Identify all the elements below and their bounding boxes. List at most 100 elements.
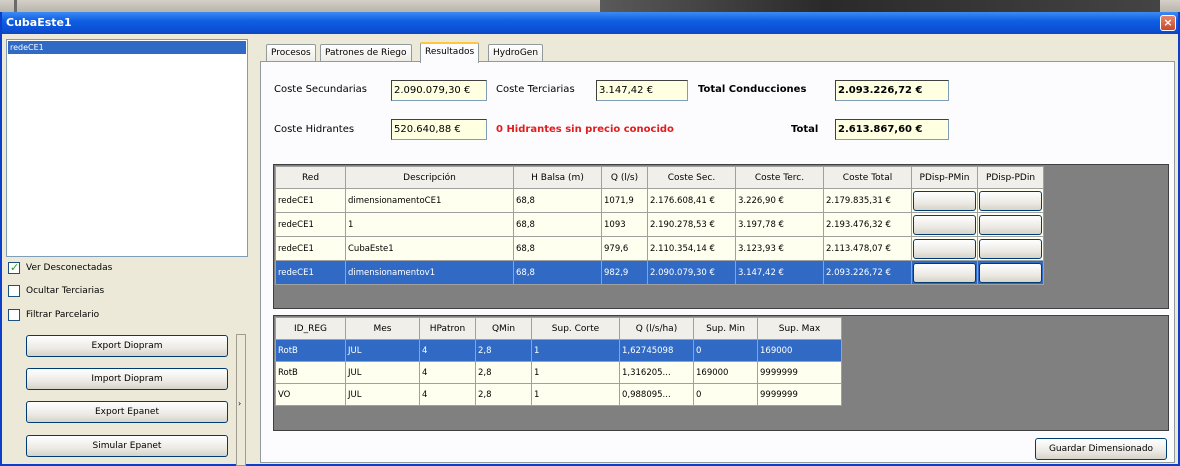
column-header-coste-sec[interactable]: Coste Sec. xyxy=(647,166,736,189)
cell-coste-total[interactable]: 2.179.835,31 € xyxy=(823,188,912,213)
cell-red[interactable]: redeCE1 xyxy=(275,212,346,237)
tab-patrones-de-riego[interactable]: Patrones de Riego xyxy=(320,44,412,62)
table-row[interactable]: redeCE1 CubaEste1 68,8 979,6 2.110.354,1… xyxy=(275,236,1044,261)
column-header-hpatron[interactable]: HPatron xyxy=(419,317,476,340)
column-header-sup-min[interactable]: Sup. Min xyxy=(693,317,758,340)
table-row[interactable]: redeCE1 1 68,8 1093 2.190.278,53 € 3.197… xyxy=(275,212,1044,237)
cell-coste-terc[interactable]: 3.226,90 € xyxy=(735,188,824,213)
cell-id-reg[interactable]: RotB xyxy=(275,339,346,362)
cell-descripcion[interactable]: dimensionamentov1 xyxy=(345,260,514,285)
cell-coste-total[interactable]: 2.093.226,72 € xyxy=(823,260,912,285)
cell-coste-terc[interactable]: 3.197,78 € xyxy=(735,212,824,237)
title-bar[interactable]: CubaEste1 × xyxy=(2,12,1178,34)
pdisp-pdin-button[interactable] xyxy=(979,262,1042,283)
pdisp-pdin-button[interactable] xyxy=(979,214,1042,235)
cell-coste-total[interactable]: 2.193.476,32 € xyxy=(823,212,912,237)
tab-procesos[interactable]: Procesos xyxy=(266,44,316,62)
column-header-coste-total[interactable]: Coste Total xyxy=(823,166,912,189)
column-header-mes[interactable]: Mes xyxy=(345,317,420,340)
cell-sup-max[interactable]: 9999999 xyxy=(757,361,842,384)
results-grid[interactable]: Red Descripción H Balsa (m) Q (l/s) Cost… xyxy=(273,164,1169,309)
network-list-item[interactable]: redeCE1 xyxy=(8,41,246,54)
checkbox-filtrar-parcelario[interactable]: Filtrar Parcelario xyxy=(8,308,99,322)
cell-descripcion[interactable]: dimensionamentoCE1 xyxy=(345,188,514,213)
cell-q-ha[interactable]: 0,988095... xyxy=(619,383,694,406)
cell-red[interactable]: redeCE1 xyxy=(275,260,346,285)
import-diopram-button[interactable]: Import Diopram xyxy=(26,368,228,390)
cell-sup-corte[interactable]: 1 xyxy=(531,383,620,406)
cell-coste-sec[interactable]: 2.190.278,53 € xyxy=(647,212,736,237)
column-header-coste-terc[interactable]: Coste Terc. xyxy=(735,166,824,189)
cell-sup-corte[interactable]: 1 xyxy=(531,361,620,384)
close-icon[interactable]: × xyxy=(1160,15,1176,31)
column-header-sup-corte[interactable]: Sup. Corte xyxy=(531,317,620,340)
panel-splitter[interactable]: › xyxy=(236,334,246,466)
column-header-q[interactable]: Q (l/s) xyxy=(601,166,648,189)
tab-resultados[interactable]: Resultados xyxy=(420,42,480,63)
cell-coste-sec[interactable]: 2.090.079,30 € xyxy=(647,260,736,285)
cell-id-reg[interactable]: RotB xyxy=(275,361,346,384)
pdisp-pmin-button[interactable] xyxy=(913,238,976,259)
cell-q[interactable]: 1071,9 xyxy=(601,188,648,213)
cell-qmin[interactable]: 2,8 xyxy=(475,361,532,384)
cell-descripcion[interactable]: CubaEste1 xyxy=(345,236,514,261)
cell-id-reg[interactable]: VO xyxy=(275,383,346,406)
pdisp-pmin-button[interactable] xyxy=(913,190,976,211)
table-row[interactable]: VO JUL 4 2,8 1 0,988095... 0 9999999 xyxy=(275,383,842,406)
cell-hpatron[interactable]: 4 xyxy=(419,339,476,362)
simular-epanet-button[interactable]: Simular Epanet xyxy=(26,435,228,457)
cell-qmin[interactable]: 2,8 xyxy=(475,339,532,362)
cell-coste-total[interactable]: 2.113.478,07 € xyxy=(823,236,912,261)
cell-h-balsa[interactable]: 68,8 xyxy=(513,212,602,237)
checkbox-unchecked-icon[interactable] xyxy=(8,284,20,297)
table-row[interactable]: RotB JUL 4 2,8 1 1,316205... 169000 9999… xyxy=(275,361,842,384)
export-diopram-button[interactable]: Export Diopram xyxy=(26,335,228,357)
checkbox-ocultar-terciarias[interactable]: Ocultar Terciarias xyxy=(8,284,104,298)
cell-q[interactable]: 1093 xyxy=(601,212,648,237)
checkbox-ver-desconectadas[interactable]: Ver Desconectadas xyxy=(8,261,112,275)
cell-coste-sec[interactable]: 2.110.354,14 € xyxy=(647,236,736,261)
cell-coste-terc[interactable]: 3.123,93 € xyxy=(735,236,824,261)
table-row-selected[interactable]: RotB JUL 4 2,8 1 1,62745098 0 169000 xyxy=(275,339,842,362)
table-row-selected[interactable]: redeCE1 dimensionamentov1 68,8 982,9 2.0… xyxy=(275,260,1044,285)
cell-h-balsa[interactable]: 68,8 xyxy=(513,236,602,261)
cell-qmin[interactable]: 2,8 xyxy=(475,383,532,406)
cell-red[interactable]: redeCE1 xyxy=(275,188,346,213)
cell-h-balsa[interactable]: 68,8 xyxy=(513,188,602,213)
cell-descripcion[interactable]: 1 xyxy=(345,212,514,237)
cell-sup-corte[interactable]: 1 xyxy=(531,339,620,362)
cell-h-balsa[interactable]: 68,8 xyxy=(513,260,602,285)
pdisp-pdin-button[interactable] xyxy=(979,238,1042,259)
column-header-id-reg[interactable]: ID_REG xyxy=(275,317,346,340)
cell-q[interactable]: 982,9 xyxy=(601,260,648,285)
cell-hpatron[interactable]: 4 xyxy=(419,383,476,406)
cell-coste-terc[interactable]: 3.147,42 € xyxy=(735,260,824,285)
chevron-right-icon[interactable]: › xyxy=(238,399,241,408)
cell-sup-max[interactable]: 9999999 xyxy=(757,383,842,406)
cell-q-ha[interactable]: 1,62745098 xyxy=(619,339,694,362)
cell-sup-min[interactable]: 0 xyxy=(693,383,758,406)
cell-q[interactable]: 979,6 xyxy=(601,236,648,261)
checkbox-checked-icon[interactable] xyxy=(8,261,20,275)
guardar-dimensionado-button[interactable]: Guardar Dimensionado xyxy=(1035,438,1167,460)
cell-q-ha[interactable]: 1,316205... xyxy=(619,361,694,384)
cell-red[interactable]: redeCE1 xyxy=(275,236,346,261)
cell-hpatron[interactable]: 4 xyxy=(419,361,476,384)
pdisp-pdin-button[interactable] xyxy=(979,190,1042,211)
cell-mes[interactable]: JUL xyxy=(345,361,420,384)
tab-hydrogen[interactable]: HydroGen xyxy=(488,44,544,62)
cell-sup-min[interactable]: 0 xyxy=(693,339,758,362)
cell-sup-max[interactable]: 169000 xyxy=(757,339,842,362)
cell-sup-min[interactable]: 169000 xyxy=(693,361,758,384)
table-row[interactable]: redeCE1 dimensionamentoCE1 68,8 1071,9 2… xyxy=(275,188,1044,213)
pdisp-pmin-button[interactable] xyxy=(913,214,976,235)
pdisp-pmin-button[interactable] xyxy=(913,262,976,283)
column-header-pdisp-pdin[interactable]: PDisp-PDin xyxy=(977,166,1044,189)
export-epanet-button[interactable]: Export Epanet xyxy=(26,401,228,423)
network-list[interactable]: redeCE1 xyxy=(6,39,248,257)
column-header-h-balsa[interactable]: H Balsa (m) xyxy=(513,166,602,189)
column-header-q-ha[interactable]: Q (l/s/ha) xyxy=(619,317,694,340)
column-header-descripcion[interactable]: Descripción xyxy=(345,166,514,189)
column-header-sup-max[interactable]: Sup. Max xyxy=(757,317,842,340)
cell-mes[interactable]: JUL xyxy=(345,383,420,406)
